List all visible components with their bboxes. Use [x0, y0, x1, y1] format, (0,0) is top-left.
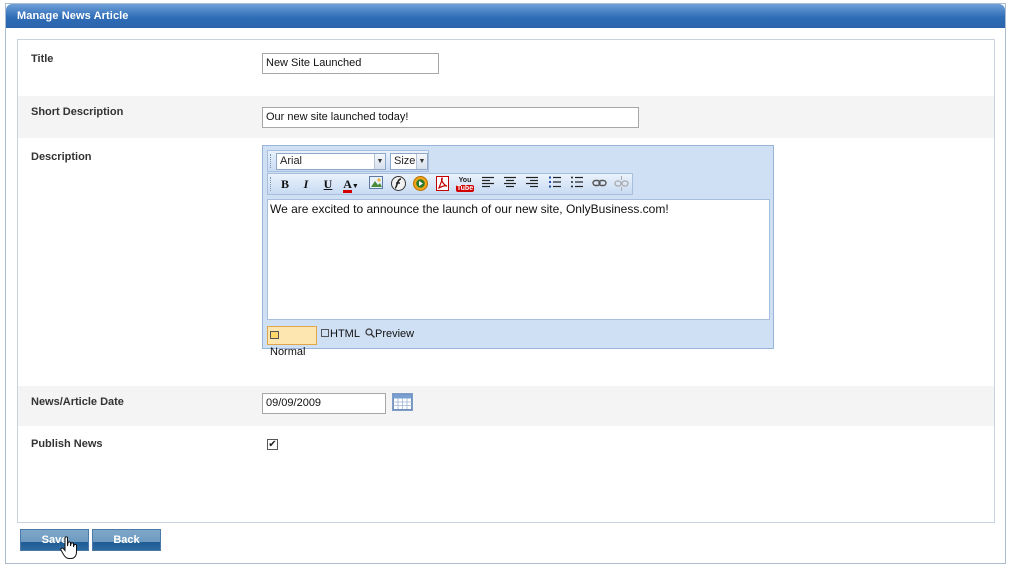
checkmark-icon: ✔ [268, 439, 277, 450]
ordered-list-button[interactable] [546, 176, 564, 193]
short-description-input[interactable]: Our new site launched today! [262, 107, 639, 128]
insert-flash-button[interactable] [389, 176, 407, 193]
pdf-icon [436, 176, 449, 191]
back-button[interactable]: Back [92, 529, 161, 551]
publish-label: Publish News [31, 438, 103, 450]
font-select-value: Arial [280, 155, 303, 167]
youtube-icon-top: You [458, 177, 472, 184]
insert-pdf-button[interactable] [434, 176, 452, 193]
italic-button[interactable]: I [297, 176, 315, 193]
image-icon [369, 176, 383, 189]
font-toolbar: Arial ▼ Size ▼ [267, 150, 429, 172]
title-row: Title [18, 40, 994, 94]
description-label: Description [31, 151, 92, 163]
description-editor: Arial ▼ Size ▼ B I U A▼ You Tube We are … [262, 145, 774, 358]
mode-html-tab[interactable]: HTML [319, 326, 363, 345]
unlink-icon [613, 176, 629, 191]
ordered-list-icon [549, 176, 561, 188]
panel-title: Manage News Article [6, 4, 1005, 28]
insert-media-button[interactable] [411, 176, 429, 193]
title-label: Title [31, 53, 54, 65]
align-center-button[interactable] [501, 176, 519, 193]
youtube-icon-bottom: Tube [456, 185, 474, 192]
toolbar-grip[interactable] [270, 154, 273, 168]
date-input[interactable]: 09/09/2009 [262, 393, 386, 414]
bold-button[interactable]: B [276, 176, 294, 193]
chevron-down-icon: ▼ [374, 154, 385, 169]
remove-link-button[interactable] [612, 176, 630, 193]
mode-preview-tab[interactable]: Preview [363, 326, 419, 345]
underline-button[interactable]: U [319, 176, 337, 193]
date-row: News/Article Date [18, 386, 994, 426]
align-left-icon [482, 176, 494, 188]
toolbar-grip[interactable] [270, 177, 273, 191]
manage-news-panel: Manage News Article Title Short Descript… [5, 3, 1006, 564]
date-label: News/Article Date [31, 396, 124, 408]
calendar-icon [393, 394, 412, 410]
format-toolbar: B I U A▼ You Tube [267, 173, 633, 195]
align-center-icon [504, 176, 516, 188]
mode-normal-tab[interactable]: Normal [267, 326, 317, 358]
align-right-icon [526, 176, 538, 188]
publish-checkbox[interactable]: ✔ [267, 439, 278, 450]
title-input[interactable]: New Site Launched [262, 53, 439, 74]
html-mode-icon [321, 329, 329, 337]
publish-row: Publish News [18, 426, 994, 522]
font-color-icon: A [343, 177, 352, 193]
insert-image-button[interactable] [367, 176, 385, 193]
media-icon [412, 176, 428, 191]
bullet-list-icon [571, 176, 583, 188]
font-select[interactable]: Arial ▼ [276, 153, 386, 170]
editor-content-area[interactable]: We are excited to announce the launch of… [267, 199, 770, 320]
insert-link-button[interactable] [590, 176, 608, 193]
editor-mode-tabs: Normal HTML Preview [267, 326, 567, 358]
magnifier-icon [365, 328, 375, 338]
size-select[interactable]: Size ▼ [390, 153, 428, 170]
font-color-button[interactable]: A▼ [339, 176, 363, 193]
align-left-button[interactable] [479, 176, 497, 193]
insert-youtube-button[interactable]: You Tube [456, 176, 474, 193]
news-form: Title Short Description Description News… [17, 39, 995, 523]
calendar-button[interactable] [392, 393, 413, 411]
short-description-label: Short Description [31, 106, 124, 118]
chevron-down-icon: ▼ [416, 154, 427, 169]
unordered-list-button[interactable] [568, 176, 586, 193]
hand-cursor-icon [60, 536, 77, 559]
normal-mode-icon [270, 331, 279, 339]
flash-icon [390, 176, 406, 191]
size-select-value: Size [394, 155, 416, 167]
link-icon [591, 179, 607, 187]
align-right-button[interactable] [523, 176, 541, 193]
